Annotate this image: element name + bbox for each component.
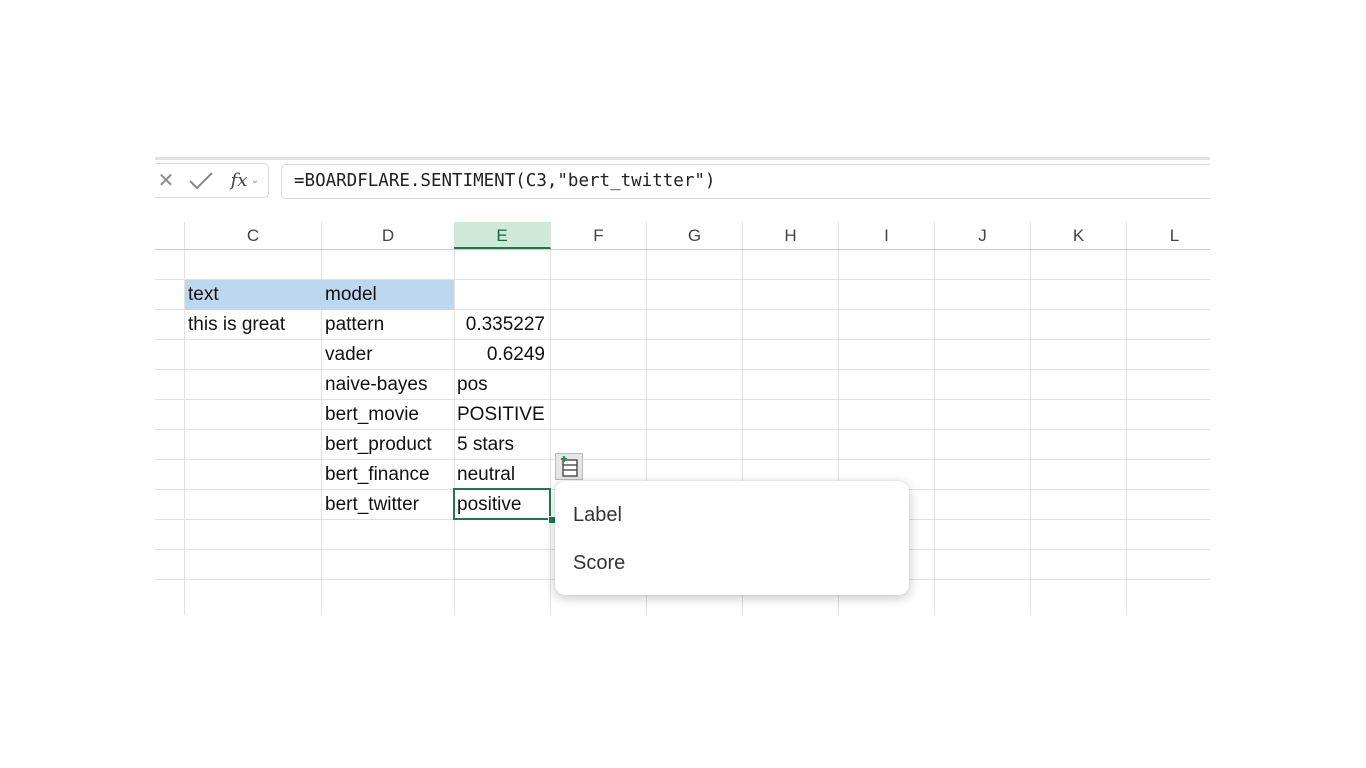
insert-data-button[interactable] <box>555 453 583 480</box>
column-header-j[interactable]: J <box>935 222 1031 249</box>
formula-controls: ✕ fx ⌄ <box>155 163 269 198</box>
cell-d4[interactable]: vader <box>322 340 454 370</box>
menu-item-label[interactable]: Label <box>555 493 909 537</box>
column-header-f[interactable]: F <box>551 222 647 249</box>
column-header-d[interactable]: D <box>322 222 455 249</box>
cell-e3[interactable]: 0.335227 <box>454 310 550 340</box>
column-header-h[interactable]: H <box>743 222 839 249</box>
formula-bar: ✕ fx ⌄ =BOARDFLARE.SENTIMENT(C3,"bert_tw… <box>155 160 1210 205</box>
enter-check-icon[interactable] <box>186 164 216 197</box>
cell-e5[interactable]: pos <box>454 370 550 400</box>
cell-e7[interactable]: 5 stars <box>454 430 550 460</box>
insert-data-menu: Label Score <box>555 481 909 595</box>
column-headers: C D E F G H I J K L <box>155 222 1210 250</box>
column-header-c[interactable]: C <box>185 222 322 249</box>
menu-item-score[interactable]: Score <box>555 541 909 585</box>
formula-input[interactable]: =BOARDFLARE.SENTIMENT(C3,"bert_twitter") <box>281 164 1210 199</box>
column-header-i[interactable]: I <box>839 222 935 249</box>
cell-d3[interactable]: pattern <box>322 310 454 340</box>
cell-d6[interactable]: bert_movie <box>322 400 454 430</box>
formula-text: =BOARDFLARE.SENTIMENT(C3,"bert_twitter") <box>294 171 716 191</box>
cell-d7[interactable]: bert_product <box>322 430 454 460</box>
cell-d2[interactable]: model <box>322 280 454 310</box>
cell-c2[interactable]: text <box>185 280 322 310</box>
cell-d5[interactable]: naive-bayes <box>322 370 454 400</box>
insert-data-icon <box>561 455 578 477</box>
column-header-l[interactable]: L <box>1127 222 1210 249</box>
column-header-b-partial[interactable] <box>155 222 185 249</box>
cell-e8[interactable]: neutral <box>454 460 550 490</box>
chevron-down-icon[interactable]: ⌄ <box>249 164 261 197</box>
cell-e6[interactable]: POSITIVE <box>454 400 550 430</box>
column-header-k[interactable]: K <box>1031 222 1127 249</box>
cell-d8[interactable]: bert_finance <box>322 460 454 490</box>
cell-c3[interactable]: this is great <box>185 310 322 340</box>
cell-e4[interactable]: 0.6249 <box>454 340 550 370</box>
cancel-icon[interactable]: ✕ <box>155 164 178 197</box>
active-cell-selection <box>453 488 551 520</box>
cell-d9[interactable]: bert_twitter <box>322 490 454 520</box>
column-header-e[interactable]: E <box>454 222 551 249</box>
column-header-g[interactable]: G <box>647 222 743 249</box>
